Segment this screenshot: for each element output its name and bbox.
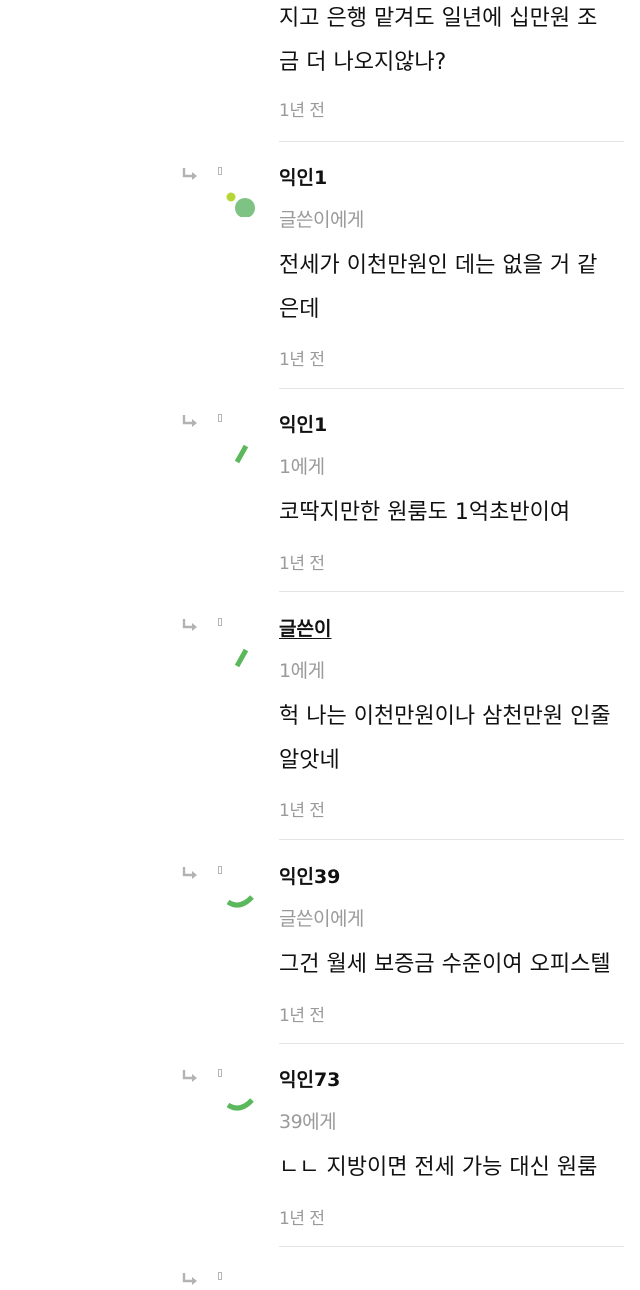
comment-body-line: 알앗네 [279, 748, 340, 773]
comment-body-line: 은데 [279, 297, 320, 322]
comment-divider [279, 1246, 624, 1247]
green-slash-avatar-icon[interactable] [222, 424, 262, 464]
green-arc-avatar-icon[interactable] [222, 876, 262, 916]
comment-timestamp: 1년 전 [279, 1006, 325, 1026]
reply-arrow-icon [182, 867, 197, 879]
green-dots-avatar-icon[interactable] [222, 177, 262, 217]
comment-body-line: 헉 나는 이천만원이나 삼천만원 인줄 [279, 704, 611, 729]
reply-target: 1에게 [279, 456, 325, 478]
comment-author[interactable]: 익인1 [279, 165, 327, 191]
reply-target: 39에게 [279, 1111, 337, 1133]
image-placeholder-icon [218, 1069, 222, 1077]
reply-arrow-icon [182, 1273, 197, 1285]
comment-divider [279, 1043, 624, 1044]
comment-body-line: ㄴㄴ 지방이면 전세 가능 대신 원룸 [279, 1155, 598, 1180]
comment-body-line: 금 더 나오지않나? [279, 50, 447, 75]
comment-author-post-writer[interactable]: 글쓴이 [279, 616, 331, 642]
reply-target: 1에게 [279, 660, 325, 682]
comment-author[interactable]: 익인39 [279, 864, 340, 890]
comment-body-line: 전세가 이천만원인 데는 없을 거 같 [279, 253, 598, 278]
green-arc-avatar-icon[interactable] [222, 1079, 262, 1119]
image-placeholder-icon [218, 414, 222, 422]
comment-timestamp: 1년 전 [279, 1209, 325, 1229]
image-placeholder-icon [218, 866, 222, 874]
reply-arrow-icon [182, 1070, 197, 1082]
comment-divider [279, 141, 624, 142]
image-placeholder-icon [218, 1272, 222, 1280]
comment-divider [279, 839, 624, 840]
reply-arrow-icon [182, 619, 197, 631]
reply-target: 글쓴이에게 [279, 908, 364, 930]
image-placeholder-icon [218, 167, 222, 175]
comment-author[interactable]: 익인73 [279, 1067, 340, 1093]
reply-arrow-icon [182, 415, 197, 427]
comment-author[interactable]: 익인1 [279, 412, 327, 438]
comment-timestamp: 1년 전 [279, 801, 325, 821]
reply-arrow-icon [182, 168, 197, 180]
comment-divider [279, 591, 624, 592]
comment-timestamp: 1년 전 [279, 554, 325, 574]
comment-body-line: 그건 월세 보증금 수준이여 오피스텔 [279, 952, 611, 977]
comment-body-line: 지고 은행 맡겨도 일년에 십만원 조 [279, 6, 598, 31]
reply-target: 글쓴이에게 [279, 209, 364, 231]
comment-divider [279, 388, 624, 389]
comment-timestamp: 1년 전 [279, 350, 325, 370]
comment-timestamp: 1년 전 [279, 101, 325, 121]
green-slash-avatar-icon[interactable] [222, 628, 262, 668]
image-placeholder-icon [218, 618, 222, 626]
comment-body-line: 코딱지만한 원룸도 1억초반이여 [279, 500, 571, 525]
